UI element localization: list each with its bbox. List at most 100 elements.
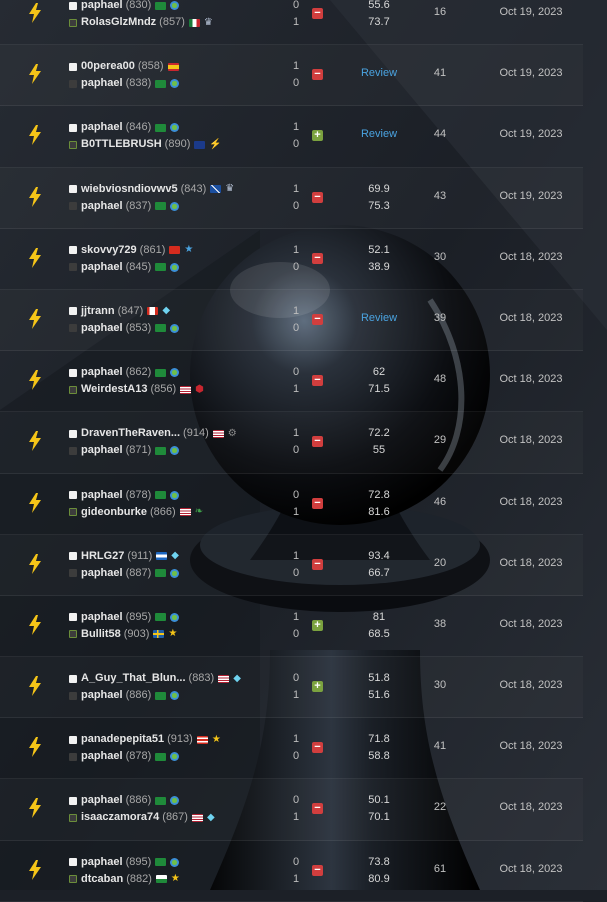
player-username[interactable]: HRLG27 <box>81 548 124 565</box>
player-line: 00perea00 (858) <box>69 58 279 75</box>
player-username[interactable]: panadepepita51 <box>81 731 164 748</box>
player-username[interactable]: skovvy729 <box>81 242 137 259</box>
score-top: 0 <box>292 488 300 501</box>
player-username[interactable]: paphael <box>81 75 123 92</box>
game-row[interactable]: 00perea00 (858) paphael (838) 1 0 − Review 41… <box>0 45 583 107</box>
accuracy-top: 69.9 <box>368 182 390 195</box>
game-row[interactable]: DravenTheRaven... (914) ⚙ paphael (871) 1 0 … <box>0 412 583 474</box>
accuracy-bottom: 81.6 <box>368 505 390 518</box>
score-bottom: 0 <box>292 566 300 579</box>
accuracy-top: 93.4 <box>368 549 390 562</box>
game-row[interactable]: paphael (862) WeirdestA13 (856) ⬢ 0 1 − 62 7… <box>0 351 583 413</box>
player-rating: (830) <box>125 0 152 11</box>
lightning-bolt-icon <box>28 186 42 207</box>
spain-flag-icon <box>167 62 179 71</box>
player-username[interactable]: paphael <box>81 748 123 765</box>
black-piece-square <box>69 385 77 394</box>
player-username[interactable]: paphael <box>81 0 123 14</box>
accuracy-top: 73.8 <box>368 855 390 868</box>
player-username[interactable]: paphael <box>81 792 123 809</box>
player-username[interactable]: paphael <box>81 320 123 337</box>
player-username[interactable]: paphael <box>81 119 123 136</box>
player-rating: (911) <box>127 549 153 562</box>
score-bottom: 0 <box>292 199 300 212</box>
player-username[interactable]: paphael <box>81 609 123 626</box>
player-username[interactable]: paphael <box>81 198 123 215</box>
star-icon: ★ <box>168 628 178 640</box>
usa-flag-icon <box>191 813 203 822</box>
player-username[interactable]: paphael <box>81 487 123 504</box>
score-cell: 1 0 <box>290 119 302 153</box>
player-username[interactable]: 00perea00 <box>81 58 135 75</box>
moves-count: 38 <box>433 617 447 630</box>
brazil-flag-icon <box>155 324 167 333</box>
game-row[interactable]: paphael (895) Bullit58 (903) ★ 1 0 + 81 68.5… <box>0 596 583 658</box>
score-bottom: 0 <box>292 138 300 151</box>
score-cell: 1 0 <box>290 609 302 643</box>
player-username[interactable]: RolasGlzMndz <box>81 14 156 31</box>
score-cell: 0 1 <box>290 670 302 704</box>
score-bottom: 0 <box>292 321 300 334</box>
player-username[interactable]: gideonburke <box>81 504 147 521</box>
game-row[interactable]: panadepepita51 (913) ★ paphael (878) 1 0 − 7… <box>0 718 583 780</box>
player-rating: (862) <box>125 366 152 379</box>
player-username[interactable]: paphael <box>81 565 123 582</box>
accuracy-cell: 51.8 51.6 <box>352 670 406 704</box>
player-line: HRLG27 (911) ◆ <box>69 548 279 565</box>
player-username[interactable]: jjtrann <box>81 303 115 320</box>
game-row[interactable]: paphael (895) dtcaban (882) ★ 0 1 − 73.8 80.… <box>0 841 583 902</box>
game-date: Oct 19, 2023 <box>499 67 563 80</box>
player-username[interactable]: DravenTheRaven... <box>81 425 180 442</box>
game-row[interactable]: A_Guy_That_Blun... (883) ◆ paphael (886) 0 1… <box>0 657 583 719</box>
black-piece-square <box>69 752 77 761</box>
player-username[interactable]: wiebviosndiovwv5 <box>81 181 178 198</box>
player-line: paphael (871) <box>69 442 279 459</box>
player-username[interactable]: paphael <box>81 687 123 704</box>
game-row[interactable]: paphael (846) B0TTLEBRUSH (890) ⚡ 1 0 + Revie… <box>0 106 583 168</box>
game-row[interactable]: paphael (886) isaaczamora74 (867) ◆ 0 1 − 50… <box>0 779 583 841</box>
score-bottom: 1 <box>292 383 300 396</box>
player-line: paphael (838) <box>69 75 279 92</box>
player-username[interactable]: A_Guy_That_Blun... <box>81 670 186 687</box>
accuracy-cell: 52.1 38.9 <box>352 242 406 276</box>
accuracy-bottom: 66.7 <box>368 566 390 579</box>
players-cell: A_Guy_That_Blun... (883) ◆ paphael (886) <box>69 670 279 704</box>
player-username[interactable]: B0TTLEBRUSH <box>81 136 162 153</box>
player-username[interactable]: WeirdestA13 <box>81 381 147 398</box>
game-row[interactable]: skovvy729 (861) ★ paphael (845) 1 0 − 52.1 3… <box>0 229 583 290</box>
accuracy-bottom: 58.8 <box>368 750 390 763</box>
player-username[interactable]: Bullit58 <box>81 626 121 643</box>
accuracy-top: 81 <box>372 610 386 623</box>
player-username[interactable]: paphael <box>81 364 123 381</box>
shield-icon: ⬢ <box>195 383 204 395</box>
player-username[interactable]: paphael <box>81 854 123 871</box>
player-rating: (895) <box>125 855 152 868</box>
game-row[interactable]: paphael (878) gideonburke (866) ❧ 0 1 − 72.8… <box>0 474 583 535</box>
game-row[interactable]: HRLG27 (911) ◆ paphael (887) 1 0 − 93.4 66.7… <box>0 535 583 596</box>
review-link[interactable]: Review <box>352 312 406 324</box>
scotland-flag-icon <box>210 185 222 194</box>
game-row[interactable]: wiebviosndiovwv5 (843) ♛ paphael (837) 1 0 −… <box>0 168 583 229</box>
globe-icon <box>170 262 180 272</box>
accuracy-cell: 93.4 66.7 <box>352 548 406 582</box>
score-top: 0 <box>292 366 300 379</box>
score-bottom: 0 <box>292 77 300 90</box>
usa-flag-icon <box>212 429 224 438</box>
player-username[interactable]: paphael <box>81 442 123 459</box>
game-row[interactable]: jjtrann (847) ◆ paphael (853) 1 0 − Review 39 O… <box>0 290 583 352</box>
player-username[interactable]: isaaczamora74 <box>81 809 159 826</box>
player-username[interactable]: dtcaban <box>81 871 123 888</box>
white-piece-square <box>69 246 77 255</box>
loss-result-icon: − <box>312 313 323 325</box>
game-date: Oct 18, 2023 <box>499 495 563 508</box>
brazil-flag-icon <box>155 202 167 211</box>
brazil-flag-icon <box>155 79 167 88</box>
accuracy-cell: 69.9 75.3 <box>352 181 406 215</box>
game-row[interactable]: paphael (830) RolasGlzMndz (857) ♛ 0 1 − 55.… <box>0 0 583 46</box>
accuracy-cell: 50.1 70.1 <box>352 792 406 826</box>
review-link[interactable]: Review <box>352 128 406 140</box>
player-line: panadepepita51 (913) ★ <box>69 731 279 748</box>
gear-icon: ⚙ <box>227 427 237 439</box>
player-username[interactable]: paphael <box>81 259 123 276</box>
review-link[interactable]: Review <box>352 67 406 79</box>
